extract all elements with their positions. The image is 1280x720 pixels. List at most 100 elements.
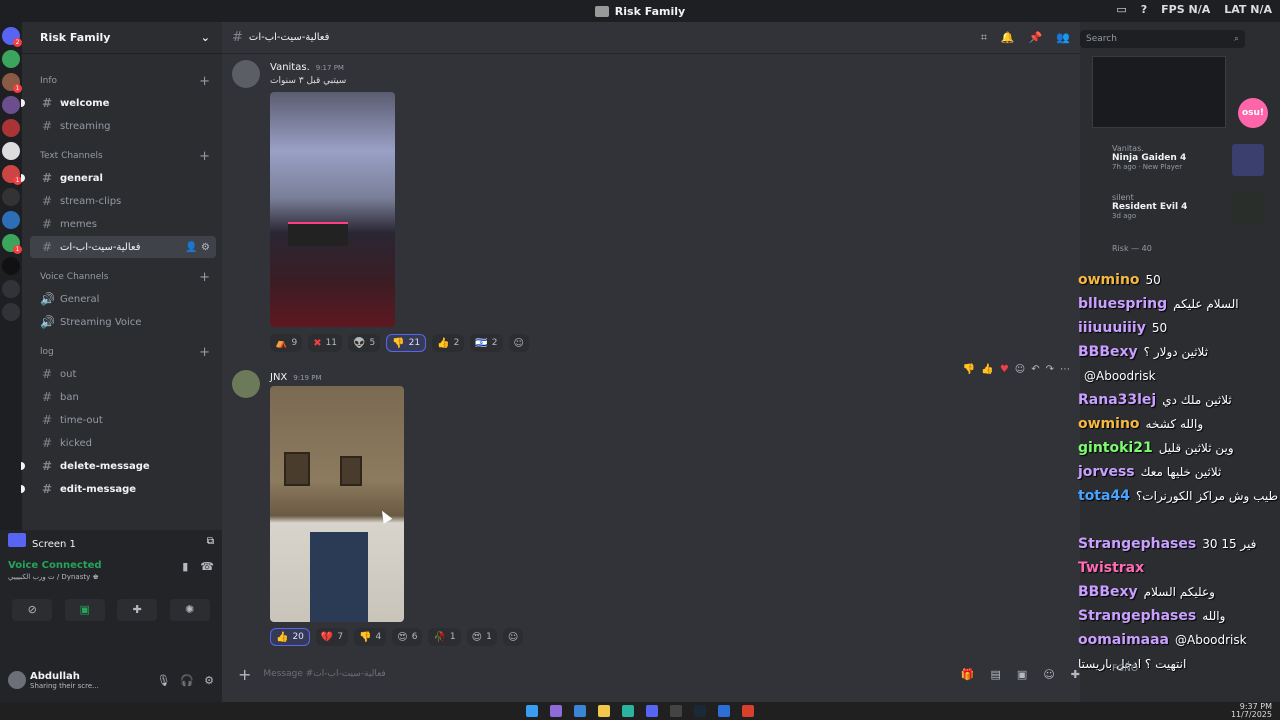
copilot-icon[interactable] — [550, 705, 562, 717]
add-channel-icon[interactable]: + — [199, 149, 210, 164]
activity-card[interactable]: silent Resident Evil 4 3d ago — [1112, 193, 1272, 233]
attach-icon[interactable]: + — [238, 665, 251, 684]
server-icon[interactable] — [2, 211, 20, 229]
threads-icon[interactable]: ⌗ — [981, 31, 987, 45]
reaction[interactable]: 👍 20 — [270, 628, 310, 646]
store-icon[interactable] — [574, 705, 586, 717]
reaction[interactable]: 🇮🇱 2 — [470, 334, 503, 352]
system-tray[interactable]: 9:37 PM 11/7/2025 — [1231, 703, 1272, 719]
app-icon[interactable] — [670, 705, 682, 717]
bell-icon[interactable]: 🔔 — [1001, 31, 1015, 45]
channel-edit-message[interactable]: # edit-message — [21, 478, 216, 500]
signal-icon[interactable]: ▮ — [182, 560, 188, 573]
edge-icon[interactable] — [622, 705, 634, 717]
members-icon[interactable]: 👥 — [1056, 31, 1070, 45]
message-author[interactable]: Vanitas. 9:17 PM — [270, 62, 344, 73]
activity-card[interactable]: Vanitas. Ninja Gaiden 4 7h ago · New Pla… — [1112, 144, 1272, 184]
category-text[interactable]: Text Channels + — [22, 145, 222, 167]
add-reaction-button[interactable]: ☺ — [508, 334, 529, 352]
pin-icon[interactable]: 📌 — [1029, 31, 1043, 45]
emoji-icon[interactable]: ☺ — [1043, 668, 1054, 681]
add-reaction-button[interactable]: ☺ — [502, 628, 524, 646]
member-item[interactable]: FGNO — [1112, 664, 1272, 684]
image-attachment[interactable] — [270, 92, 395, 327]
reaction[interactable]: ✖ 11 — [308, 334, 343, 352]
channel-delete-message[interactable]: # delete-message — [21, 455, 216, 477]
reaction[interactable]: 👎 21 — [386, 334, 427, 352]
server-icon[interactable] — [2, 96, 20, 114]
channel-general[interactable]: # general — [21, 167, 216, 189]
gift-icon[interactable]: 🎁 — [961, 668, 975, 681]
mic-icon[interactable]: 🎙 — [156, 674, 170, 687]
server-header[interactable]: Risk Family ⌄ — [22, 22, 222, 54]
avatar[interactable] — [8, 671, 26, 689]
channel-ban[interactable]: # ban — [30, 386, 216, 408]
folder-icon[interactable] — [598, 705, 610, 717]
add-channel-icon[interactable]: + — [199, 74, 210, 89]
username[interactable]: Abdullah — [30, 671, 156, 682]
message-author[interactable]: JNX 9:19 PM — [270, 372, 322, 383]
add-channel-icon[interactable]: + — [199, 345, 210, 360]
gear-icon[interactable]: ⚙ — [204, 674, 214, 687]
add-channel-icon[interactable]: + — [199, 270, 210, 285]
message-input[interactable]: Message #فعالية-سيت-اب-ات — [263, 669, 385, 679]
reaction[interactable]: 👎 4 — [354, 628, 387, 646]
reaction[interactable]: 👍 2 — [432, 334, 465, 352]
channel-kicked[interactable]: # kicked — [30, 432, 216, 454]
popout-icon[interactable]: ⧉ — [207, 536, 214, 547]
app-icon[interactable] — [718, 705, 730, 717]
add-server-icon[interactable] — [2, 280, 20, 298]
screen-share-button[interactable]: ▣ — [64, 599, 105, 621]
message-composer[interactable]: + Message #فعالية-سيت-اب-ات 🎁 ▤ ▣ ☺ ✚ — [232, 660, 1090, 688]
channel-welcome[interactable]: # welcome — [21, 92, 216, 114]
voice-channel-streaming[interactable]: 🔊 Streaming Voice — [30, 311, 216, 333]
category-log[interactable]: log + — [22, 341, 222, 363]
stream-preview[interactable] — [1092, 56, 1226, 128]
channel-out[interactable]: # out — [30, 363, 216, 385]
reaction[interactable]: 👽 5 — [348, 334, 381, 352]
help-icon[interactable]: ? — [1141, 3, 1147, 16]
channel-stream-clips[interactable]: # stream-clips — [30, 190, 216, 212]
headset-icon[interactable]: 🎧 — [180, 674, 194, 687]
screen-share-row[interactable]: Screen 1 ⧉ — [0, 530, 222, 552]
server-icon[interactable]: 1 — [2, 165, 22, 185]
disconnect-icon[interactable]: ☎ — [200, 560, 214, 573]
reaction[interactable]: 🥀 1 — [428, 628, 461, 646]
windows-start-icon[interactable] — [526, 705, 538, 717]
category-voice[interactable]: Voice Channels + — [22, 266, 222, 288]
server-icon[interactable]: 1 — [2, 234, 22, 254]
gif-icon[interactable]: ▤ — [991, 668, 1001, 681]
server-icon[interactable]: 1 — [2, 73, 22, 93]
channel-streaming[interactable]: # streaming — [30, 115, 216, 137]
camera-button[interactable]: ⊘ — [12, 599, 53, 621]
inbox-icon[interactable]: ▭ — [1116, 3, 1126, 16]
server-icon[interactable] — [2, 119, 20, 137]
reaction[interactable]: 💔 7 — [315, 628, 349, 646]
image-attachment[interactable] — [270, 386, 404, 622]
activity-button[interactable]: ✚ — [117, 599, 158, 621]
app-icon[interactable] — [742, 705, 754, 717]
server-icon[interactable]: 2 — [2, 27, 22, 47]
server-icon[interactable] — [2, 257, 20, 275]
server-icon[interactable] — [2, 142, 20, 160]
invite-icon[interactable]: 👤 — [185, 242, 197, 253]
reaction[interactable]: 😍 1 — [466, 628, 497, 646]
avatar[interactable] — [232, 370, 260, 398]
channel-memes[interactable]: # memes — [30, 213, 216, 235]
server-icon[interactable] — [2, 50, 20, 68]
discord-icon[interactable] — [646, 705, 658, 717]
search-input[interactable]: Search ⌕ — [1080, 30, 1245, 48]
voice-channel-general[interactable]: 🔊 General — [30, 288, 216, 310]
channel-time-out[interactable]: # time-out — [30, 409, 216, 431]
channel-setup-event[interactable]: # فعالية-سيت-اب-ات 👤 ⚙ — [30, 236, 216, 258]
steam-icon[interactable] — [694, 705, 706, 717]
sticker-icon[interactable]: ▣ — [1017, 668, 1027, 681]
soundboard-button[interactable]: ✺ — [169, 599, 210, 621]
voice-connected-label[interactable]: Voice Connected — [8, 560, 102, 571]
reaction[interactable]: 😍 6 — [392, 628, 423, 646]
reaction[interactable]: ⛺ 9 — [270, 334, 303, 352]
gear-icon[interactable]: ⚙ — [201, 242, 210, 253]
avatar[interactable] — [232, 60, 260, 88]
server-icon[interactable] — [2, 188, 20, 206]
category-info[interactable]: Info + — [22, 70, 222, 92]
